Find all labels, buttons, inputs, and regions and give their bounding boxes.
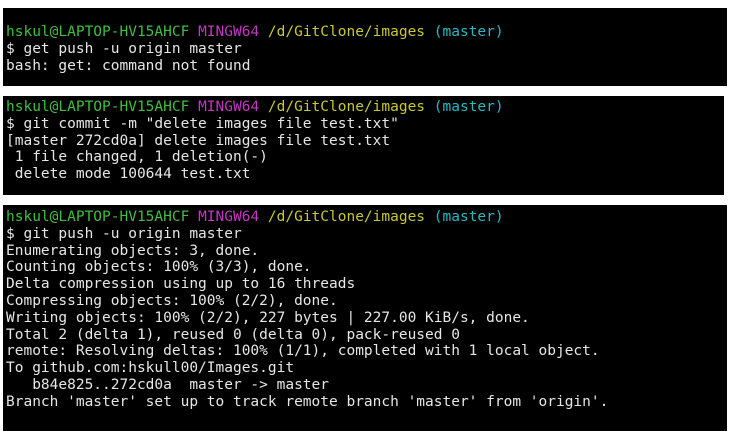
prompt-line: hskul@LAPTOP-HV15AHCF MINGW64 /d/GitClon… — [6, 209, 608, 226]
prompt-env: MINGW64 — [198, 99, 260, 115]
output-line: remote: Resolving deltas: 100% (1/1), co… — [6, 343, 600, 360]
prompt-line: hskul@LAPTOP-HV15AHCF MINGW64 /d/GitClon… — [6, 24, 504, 41]
output-line: Compressing objects: 100% (2/2), done. — [6, 292, 338, 309]
prompt-branch: (master) — [433, 99, 504, 115]
output-line: Delta compression using up to 16 threads — [6, 276, 356, 293]
output-line: Total 2 (delta 1), reused 0 (delta 0), p… — [6, 326, 460, 343]
terminal-output: hskul@LAPTOP-HV15AHCF MINGW64 /d/GitClon… — [6, 99, 504, 183]
prompt-branch: (master) — [433, 24, 504, 40]
prompt-path: /d/GitClone/images — [267, 24, 426, 40]
output-line: [master 272cd0a] delete images file test… — [6, 132, 391, 149]
command-line: $ git commit -m "delete images file test… — [6, 115, 399, 132]
prompt-branch: (master) — [433, 209, 504, 225]
output-line: 1 file changed, 1 deletion(-) — [6, 149, 268, 166]
command-line: $ git push -u origin master — [6, 225, 242, 242]
command-line: $ get push -u origin master — [6, 40, 242, 57]
output-line: Branch 'master' set up to track remote b… — [6, 393, 609, 410]
output-line: Enumerating objects: 3, done. — [6, 242, 260, 259]
output-line: To github.com:hskull00/Images.git — [6, 360, 295, 377]
output-line: bash: get: command not found — [6, 57, 251, 74]
output-line: b84e825..272cd0a master -> master — [6, 376, 330, 393]
terminal-panel-1[interactable]: hskul@LAPTOP-HV15AHCF MINGW64 /d/GitClon… — [3, 8, 727, 86]
prompt-path: /d/GitClone/images — [267, 209, 426, 225]
terminal-panel-2[interactable]: hskul@LAPTOP-HV15AHCF MINGW64 /d/GitClon… — [3, 96, 724, 195]
prompt-user: hskul@LAPTOP-HV15AHCF — [6, 209, 190, 225]
prompt-env: MINGW64 — [198, 24, 260, 40]
output-line: Writing objects: 100% (2/2), 227 bytes |… — [6, 309, 530, 326]
prompt-env: MINGW64 — [198, 209, 260, 225]
prompt-path: /d/GitClone/images — [267, 99, 426, 115]
terminal-panel-3[interactable]: hskul@LAPTOP-HV15AHCF MINGW64 /d/GitClon… — [3, 205, 727, 431]
prompt-line: hskul@LAPTOP-HV15AHCF MINGW64 /d/GitClon… — [6, 99, 504, 116]
terminal-output: hskul@LAPTOP-HV15AHCF MINGW64 /d/GitClon… — [6, 209, 608, 411]
terminal-output: hskul@LAPTOP-HV15AHCF MINGW64 /d/GitClon… — [6, 24, 504, 74]
prompt-user: hskul@LAPTOP-HV15AHCF — [6, 99, 190, 115]
output-line: delete mode 100644 test.txt — [6, 166, 251, 183]
output-line: Counting objects: 100% (3/3), done. — [6, 259, 312, 276]
prompt-user: hskul@LAPTOP-HV15AHCF — [6, 24, 190, 40]
